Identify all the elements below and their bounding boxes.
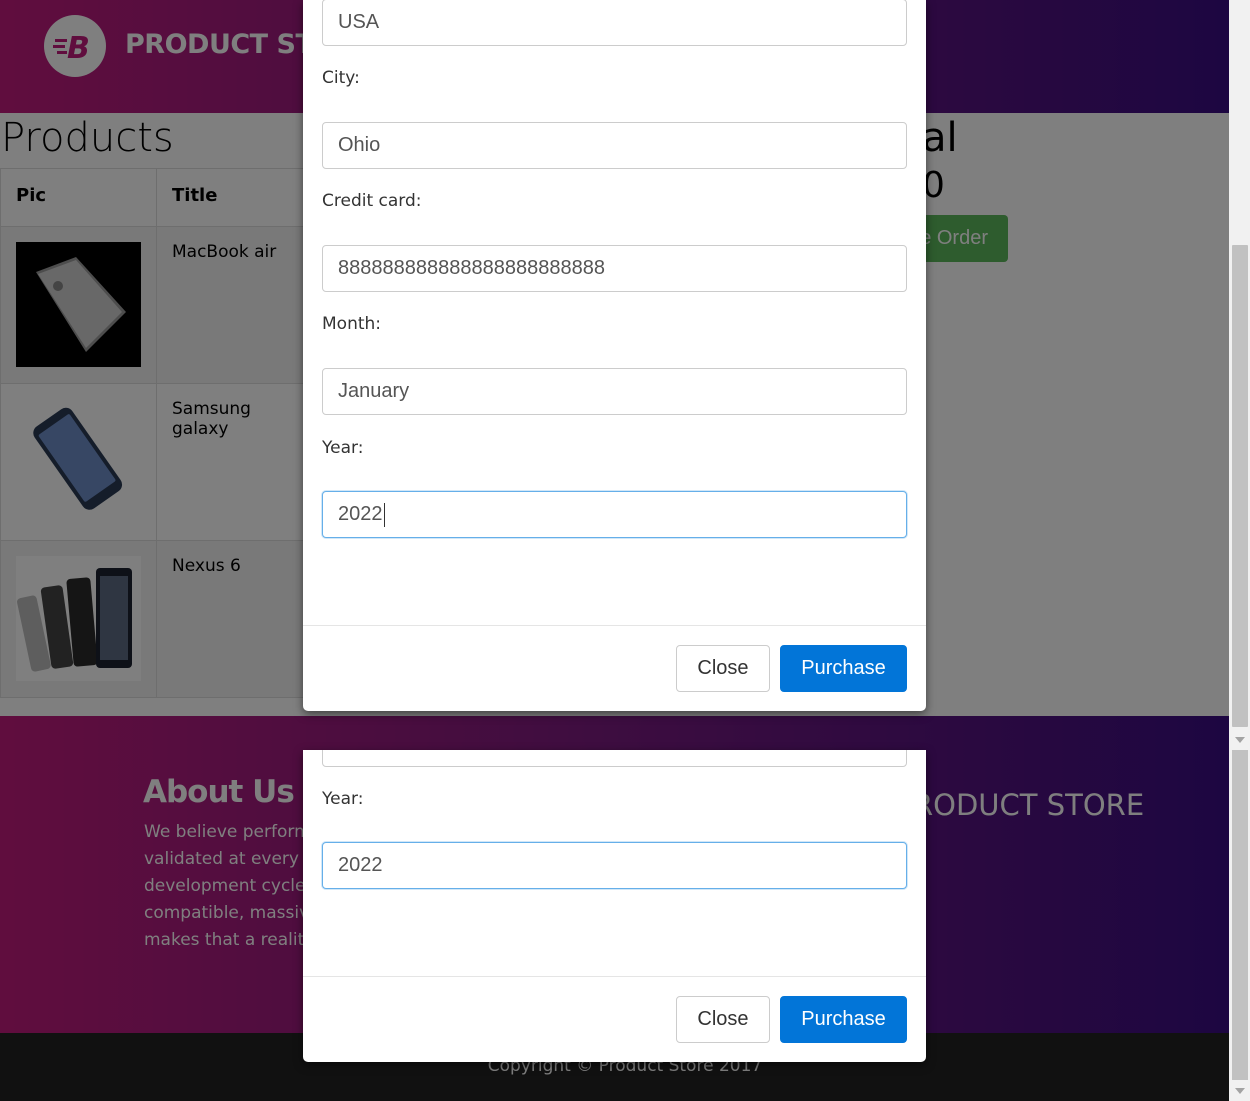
year-label: Year: xyxy=(322,438,364,458)
credit-card-label: Credit card: xyxy=(322,191,422,211)
year-label: Year: xyxy=(322,789,364,809)
close-button[interactable]: Close xyxy=(676,996,770,1043)
month-label: Month: xyxy=(322,314,382,334)
place-order-modal-duplicate: Year: 2022 Close Purchase xyxy=(303,750,926,1062)
purchase-button[interactable]: Purchase xyxy=(780,645,907,692)
month-input[interactable]: January xyxy=(322,368,907,415)
credit-card-input[interactable]: 888888888888888888888888 xyxy=(322,245,907,292)
scrollbar-thumb[interactable] xyxy=(1232,245,1248,727)
scrollbar-thumb[interactable] xyxy=(1232,750,1248,1080)
modal-footer: Close Purchase xyxy=(303,625,926,711)
place-order-modal: USA City: Ohio Credit card: 888888888888… xyxy=(303,0,926,711)
year-input[interactable]: 2022 xyxy=(322,491,907,538)
month-input-partial[interactable] xyxy=(322,750,907,767)
purchase-button[interactable]: Purchase xyxy=(780,996,907,1043)
scroll-down-arrow-icon[interactable] xyxy=(1233,735,1247,745)
text-caret xyxy=(383,502,385,527)
country-input[interactable]: USA xyxy=(322,0,907,46)
city-input[interactable]: Ohio xyxy=(322,122,907,169)
scroll-down-arrow-icon[interactable] xyxy=(1233,1086,1247,1096)
modal-footer: Close Purchase xyxy=(303,976,926,1062)
year-input-value: 2022 xyxy=(338,503,383,525)
city-label: City: xyxy=(322,68,360,88)
year-input[interactable]: 2022 xyxy=(322,842,907,889)
close-button[interactable]: Close xyxy=(676,645,770,692)
